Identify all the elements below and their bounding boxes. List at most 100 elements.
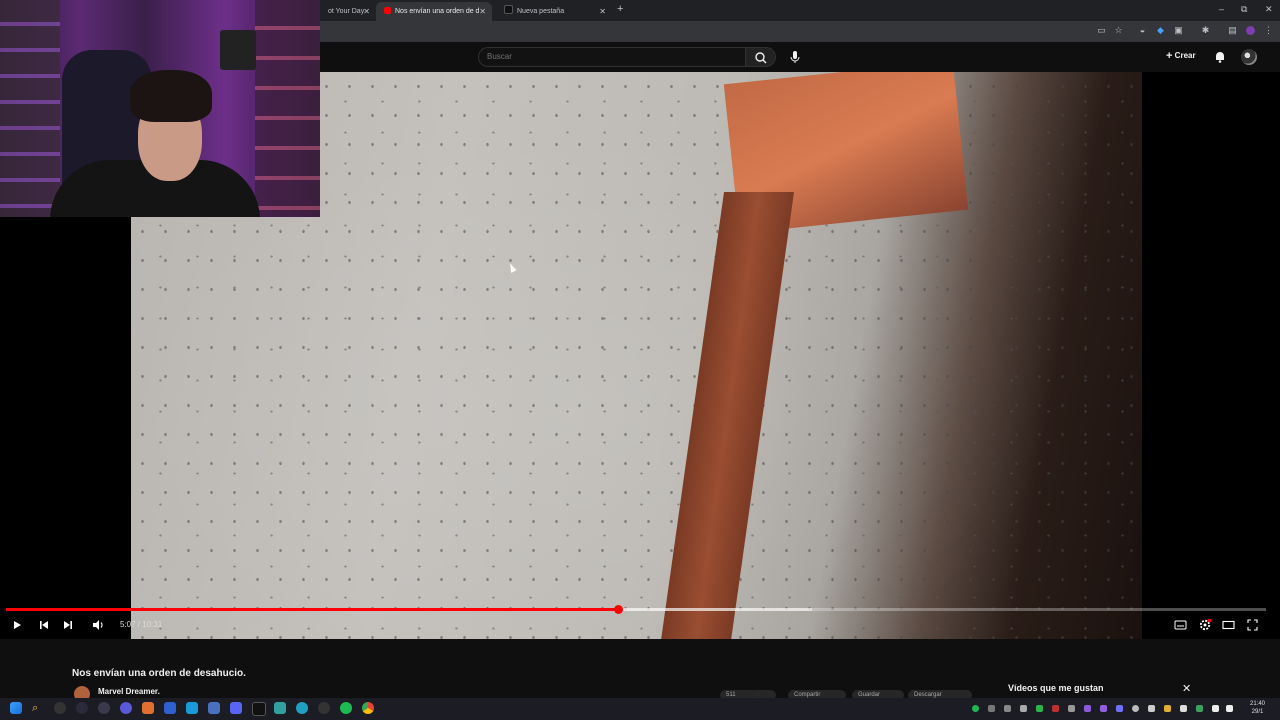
fullscreen-icon: [1247, 619, 1258, 631]
tray-icon-14[interactable]: [1196, 705, 1203, 712]
voice-search-button[interactable]: [786, 48, 804, 66]
newtab-favicon-icon: [504, 5, 513, 14]
wifi-icon[interactable]: [1212, 705, 1219, 712]
speaker-icon[interactable]: [1226, 705, 1233, 712]
tray-icon-3[interactable]: [1020, 705, 1027, 712]
tab-your-day[interactable]: ot Your Day ✕: [320, 2, 376, 21]
windows-start-icon[interactable]: [10, 702, 22, 714]
theater-mode-button[interactable]: [1222, 618, 1235, 632]
bookmark-star-icon[interactable]: ☆: [1114, 26, 1123, 35]
tray-icon-5[interactable]: [1052, 705, 1059, 712]
search-button[interactable]: [746, 47, 776, 67]
skip-previous-icon: [40, 621, 48, 629]
app-icon-orange[interactable]: [142, 702, 154, 714]
create-button[interactable]: + Crear: [1166, 50, 1196, 62]
taskbar-clock[interactable]: 21:40 29/1: [1250, 700, 1265, 716]
browser-toolbar: [320, 21, 1280, 42]
tray-icon-7[interactable]: [1084, 705, 1091, 712]
tray-spotify-icon[interactable]: [972, 705, 979, 712]
volume-icon: [93, 620, 103, 630]
extension-icon[interactable]: ◒: [1138, 26, 1147, 35]
clock-time: 21:40: [1250, 701, 1266, 707]
tab-close-icon[interactable]: ✕: [599, 2, 606, 21]
previous-button[interactable]: [37, 618, 51, 632]
tab-label: ot Your Day: [328, 8, 365, 15]
minimize-button[interactable]: –: [1219, 4, 1224, 14]
webcam-overlay: [0, 0, 320, 217]
settings-button[interactable]: [1198, 618, 1212, 632]
notifications-button[interactable]: [1213, 50, 1227, 64]
create-label: Crear: [1174, 51, 1196, 60]
extension-puzzle-icon[interactable]: ▣: [1174, 26, 1183, 35]
app-icon-1[interactable]: [54, 702, 66, 714]
wall-poster: [220, 30, 256, 70]
tray-icon-12[interactable]: [1164, 705, 1171, 712]
profile-avatar-icon[interactable]: [1246, 26, 1255, 35]
streamer-hair: [130, 70, 212, 122]
app-icon-6[interactable]: [296, 702, 308, 714]
app-icon-5[interactable]: [274, 702, 286, 714]
tray-icon-1[interactable]: [988, 705, 995, 712]
tray-icon-8[interactable]: [1100, 705, 1107, 712]
search-taskbar-icon[interactable]: ⌕: [32, 702, 44, 714]
account-avatar[interactable]: [1241, 49, 1257, 65]
chrome-icon[interactable]: [362, 702, 374, 714]
tray-icon-11[interactable]: [1148, 705, 1155, 712]
app-icon-3[interactable]: [98, 702, 110, 714]
search-icon: [755, 52, 767, 64]
search-input[interactable]: Buscar: [478, 47, 746, 67]
tab-new[interactable]: Nueva pestaña ✕: [496, 2, 612, 21]
vivaldi-icon[interactable]: [120, 702, 132, 714]
close-window-button[interactable]: ✕: [1265, 4, 1273, 15]
video-title: Nos envían una orden de desahucio.: [72, 668, 246, 679]
subtitles-button[interactable]: [1174, 618, 1187, 632]
tray-icon-9[interactable]: [1116, 705, 1123, 712]
shelf-left: [0, 0, 60, 217]
theater-icon: [1222, 620, 1235, 630]
progress-played: [6, 608, 619, 611]
spotify-icon[interactable]: [340, 702, 352, 714]
plus-icon: +: [1166, 50, 1173, 62]
app-icon-2[interactable]: [76, 702, 88, 714]
skip-next-icon: [64, 621, 72, 629]
tab-close-icon[interactable]: ✕: [363, 2, 370, 21]
discord-icon[interactable]: [230, 702, 242, 714]
gear-icon: [1199, 619, 1212, 631]
tab-label: Nueva pestaña: [517, 8, 565, 15]
volume-button[interactable]: [91, 618, 105, 632]
play-icon: [14, 621, 21, 629]
tray-icon-4[interactable]: [1036, 705, 1043, 712]
sidebar-icon[interactable]: ▤: [1228, 26, 1237, 35]
app-icon-blue[interactable]: [164, 702, 176, 714]
liked-videos-title: Vídeos que me gustan: [1008, 683, 1104, 693]
tiktok-icon[interactable]: [252, 702, 266, 716]
tray-icon-10[interactable]: [1132, 705, 1139, 712]
bell-icon: [1216, 52, 1224, 63]
tab-label: Nos envían una orden de d: [395, 8, 480, 15]
close-icon[interactable]: ✕: [1182, 682, 1191, 695]
telegram-icon[interactable]: [186, 702, 198, 714]
install-icon[interactable]: ▭: [1097, 26, 1106, 35]
tray-icon-2[interactable]: [1004, 705, 1011, 712]
maximize-button[interactable]: ⧉: [1241, 4, 1247, 15]
tray-icon-6[interactable]: [1068, 705, 1075, 712]
next-button[interactable]: [61, 618, 75, 632]
clock-date: 29/1: [1251, 709, 1264, 715]
app-icon-7[interactable]: [318, 702, 330, 714]
app-icon-4[interactable]: [208, 702, 220, 714]
tray-icon-13[interactable]: [1180, 705, 1187, 712]
extensions-menu-icon[interactable]: ✱: [1201, 26, 1210, 35]
microphone-icon: [790, 51, 800, 63]
tab-close-icon[interactable]: ✕: [479, 2, 486, 21]
youtube-favicon-icon: [384, 7, 391, 14]
channel-name[interactable]: Marvel Dreamer.: [98, 687, 160, 696]
subtitles-icon: [1174, 620, 1187, 630]
browser-menu-icon[interactable]: ⋮: [1264, 26, 1273, 35]
fullscreen-button[interactable]: [1246, 618, 1259, 632]
tab-video-active[interactable]: Nos envían una orden de d ✕: [376, 2, 492, 21]
shelf-right: [255, 0, 320, 217]
extension-blue-icon[interactable]: ◆: [1156, 26, 1165, 35]
time-display: 5:07 / 10:31: [120, 620, 163, 629]
new-tab-button[interactable]: +: [617, 3, 623, 15]
play-button[interactable]: [10, 618, 24, 632]
